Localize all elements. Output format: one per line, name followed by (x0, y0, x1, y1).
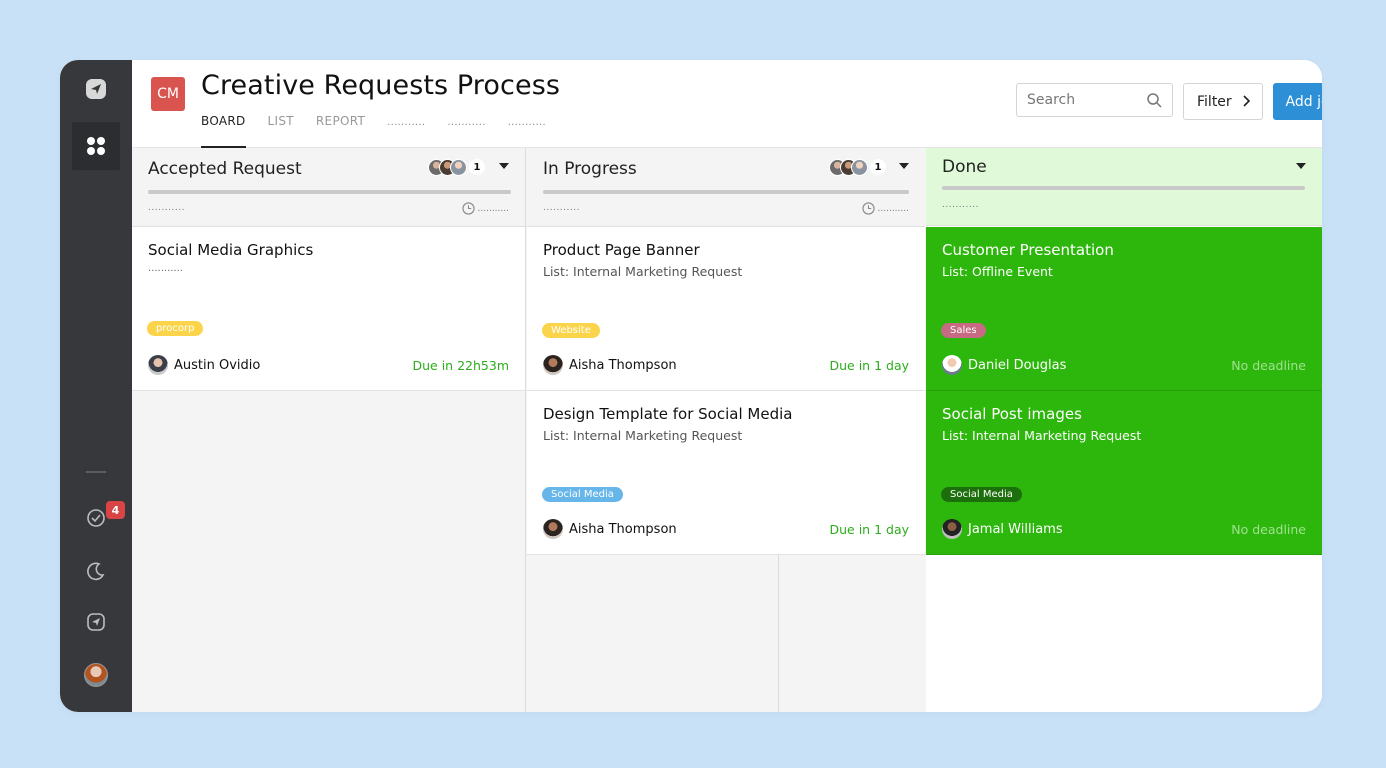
card-subtitle: List: Internal Marketing Request (942, 428, 1142, 443)
assignee: Aisha Thompson (543, 355, 677, 375)
search-icon[interactable] (1146, 92, 1162, 108)
tab-placeholder-3[interactable]: ........... (508, 114, 546, 148)
job-card[interactable]: Customer Presentation List: Offline Even… (926, 227, 1322, 391)
column-meta: ........... (942, 200, 979, 210)
assignee: Daniel Douglas (942, 355, 1066, 375)
moon-icon[interactable] (72, 547, 120, 595)
filter-button[interactable]: Filter (1183, 83, 1263, 120)
card-title: Customer Presentation (942, 241, 1114, 259)
card-subtitle: List: Internal Marketing Request (543, 428, 743, 443)
column-title: Accepted Request (148, 159, 302, 179)
tab-report[interactable]: REPORT (316, 114, 365, 148)
project-logo: CM (151, 77, 185, 111)
caret-down-icon[interactable] (899, 163, 909, 169)
tag-badge: Website (542, 323, 600, 338)
due-date: Due in 1 day (829, 358, 910, 373)
due-date: Due in 22h53m (412, 358, 510, 373)
due-date: Due in 1 day (829, 522, 910, 537)
apps-grid-icon[interactable] (72, 122, 120, 170)
avatar (942, 355, 962, 375)
card-title: Social Post images (942, 405, 1082, 423)
avatar (851, 158, 868, 176)
notification-badge: 4 (106, 501, 125, 519)
avatar (543, 355, 563, 375)
time-value: ........... (477, 203, 509, 214)
assignee-name: Austin Ovidio (174, 357, 261, 373)
card-title: Product Page Banner (543, 241, 700, 259)
avatar (543, 519, 563, 539)
column-done: Done ........... Customer Presentation L… (926, 148, 1322, 712)
tab-board[interactable]: BOARD (201, 114, 246, 148)
send-icon[interactable] (72, 65, 120, 113)
avatar (942, 519, 962, 539)
assignee: Austin Ovidio (148, 355, 260, 375)
time-value: ........... (877, 203, 909, 214)
due-date: No deadline (1231, 358, 1306, 373)
tab-placeholder-1[interactable]: ........... (387, 114, 425, 148)
job-card[interactable]: Product Page Banner List: Internal Marke… (527, 227, 925, 391)
tag-badge: Social Media (542, 487, 623, 502)
user-avatar[interactable] (84, 663, 108, 687)
column-time: ........... (461, 202, 509, 215)
column-header: In Progress 1 ........... ........... (527, 148, 925, 227)
progress-bar (942, 186, 1305, 190)
column-in-progress: In Progress 1 ........... ........... Pr… (527, 148, 925, 712)
column-meta: ........... (148, 203, 185, 213)
add-job-button[interactable]: Add job (1273, 83, 1322, 120)
tab-list[interactable]: LIST (268, 114, 294, 148)
view-tabs: BOARD LIST REPORT ........... ..........… (201, 114, 546, 148)
assignee: Aisha Thompson (543, 519, 677, 539)
assignee-name: Aisha Thompson (569, 357, 677, 373)
filter-label: Filter (1197, 93, 1232, 110)
kanban-board: Accepted Request 1 ........... .........… (132, 148, 1322, 712)
column-accepted-request: Accepted Request 1 ........... .........… (132, 148, 526, 712)
send-square-icon[interactable] (72, 598, 120, 646)
tag-badge: Sales (941, 323, 986, 338)
column-avatars[interactable]: 1 (428, 157, 485, 177)
card-subtitle: ........... (148, 263, 183, 274)
column-title: Done (942, 157, 987, 177)
sidebar: 4 (60, 60, 132, 712)
column-time: ........... (861, 202, 909, 215)
tag-badge: procorp (147, 321, 204, 336)
assignee-name: Aisha Thompson (569, 521, 677, 537)
assignee: Jamal Williams (942, 519, 1063, 539)
progress-bar (148, 190, 511, 194)
avatar (148, 355, 168, 375)
header: CM Creative Requests Process BOARD LIST … (132, 60, 1322, 148)
card-subtitle: List: Internal Marketing Request (543, 264, 743, 279)
avatar-count: 1 (870, 159, 886, 175)
clock-icon (461, 202, 475, 215)
page-title: Creative Requests Process (201, 70, 561, 101)
due-date: No deadline (1231, 522, 1306, 537)
search-box (1016, 83, 1173, 117)
sidebar-divider (86, 471, 106, 473)
clock-icon (861, 202, 875, 215)
assignee-name: Daniel Douglas (968, 357, 1067, 373)
column-title: In Progress (543, 159, 637, 179)
avatar-count: 1 (469, 159, 485, 175)
column-header: Done ........... (926, 148, 1322, 226)
caret-down-icon[interactable] (1296, 163, 1306, 169)
card-title: Design Template for Social Media (543, 405, 793, 423)
column-header: Accepted Request 1 ........... .........… (132, 148, 525, 227)
tag-badge: Social Media (941, 487, 1022, 502)
card-title: Social Media Graphics (148, 241, 314, 259)
assignee-name: Jamal Williams (968, 521, 1063, 537)
tab-placeholder-2[interactable]: ........... (447, 114, 485, 148)
app-window: 4 CM Creative Requests Process BOARD LIS… (60, 60, 1322, 712)
chevron-right-icon (1243, 95, 1251, 107)
job-card[interactable]: Social Post images List: Internal Market… (926, 391, 1322, 555)
search-input[interactable] (1017, 84, 1137, 116)
job-card[interactable]: Design Template for Social Media List: I… (527, 391, 925, 555)
column-meta: ........... (543, 203, 580, 213)
column-avatars[interactable]: 1 (829, 157, 886, 177)
avatar (450, 158, 467, 176)
caret-down-icon[interactable] (499, 163, 509, 169)
progress-bar (543, 190, 909, 194)
job-card[interactable]: Social Media Graphics ........... procor… (132, 227, 525, 391)
card-subtitle: List: Offline Event (942, 264, 1053, 279)
